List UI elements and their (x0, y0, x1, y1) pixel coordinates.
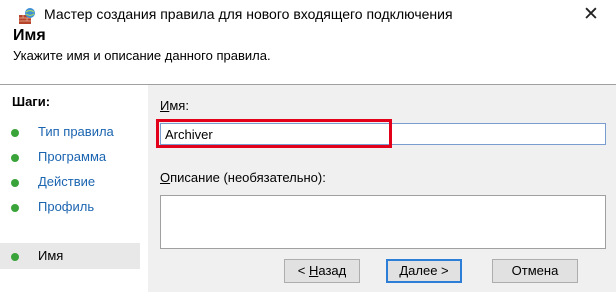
label-text: писание (необязательно): (170, 170, 326, 185)
back-arrow: < (297, 263, 309, 278)
step-bullet-icon (11, 154, 19, 162)
step-bullet-icon (11, 179, 19, 187)
step-label[interactable]: Тип правила (38, 124, 114, 139)
step-label: Имя (38, 248, 64, 263)
step-label[interactable]: Программа (38, 149, 106, 164)
mnemonic-letter: Н (308, 263, 319, 278)
description-input[interactable] (160, 195, 606, 249)
content-panel: Имя: Описание (необязательно): < Назад Д… (148, 85, 616, 292)
cancel-button[interactable]: Отмена (492, 259, 578, 283)
title-bar: Мастер создания правила для нового входя… (0, 0, 616, 30)
name-field-label: Имя: (160, 98, 189, 113)
steps-panel: Шаги: Тип правила Программа Действие Про… (0, 85, 142, 292)
step-name-current: Имя (0, 243, 140, 269)
mnemonic-letter: О (160, 170, 171, 185)
next-button[interactable]: Далее > (386, 259, 462, 283)
mnemonic-letter: И (160, 98, 170, 113)
step-label[interactable]: Действие (38, 174, 95, 189)
close-button[interactable]: ✕ (578, 3, 604, 27)
steps-header: Шаги: (12, 94, 51, 109)
step-label[interactable]: Профиль (38, 199, 94, 214)
step-bullet-icon (11, 204, 19, 212)
window-title: Мастер создания правила для нового входя… (44, 6, 453, 22)
back-button[interactable]: < Назад (284, 259, 360, 283)
button-text: азад (318, 263, 347, 278)
step-profile[interactable]: Профиль (0, 196, 140, 218)
firewall-wizard-icon (19, 8, 35, 24)
button-text: алее > (408, 263, 449, 278)
page-subtitle: Укажите имя и описание данного правила. (13, 48, 271, 63)
name-input[interactable] (160, 123, 606, 145)
page-title: Имя (13, 27, 46, 44)
step-action[interactable]: Действие (0, 171, 140, 193)
label-text: мя: (169, 98, 189, 113)
step-program[interactable]: Программа (0, 146, 140, 168)
description-field-label: Описание (необязательно): (160, 170, 326, 185)
step-bullet-icon (11, 129, 19, 137)
wizard-window: Мастер создания правила для нового входя… (0, 0, 616, 292)
step-rule-type[interactable]: Тип правила (0, 121, 140, 143)
mnemonic-letter: Д (399, 263, 409, 278)
step-bullet-icon (11, 253, 19, 261)
